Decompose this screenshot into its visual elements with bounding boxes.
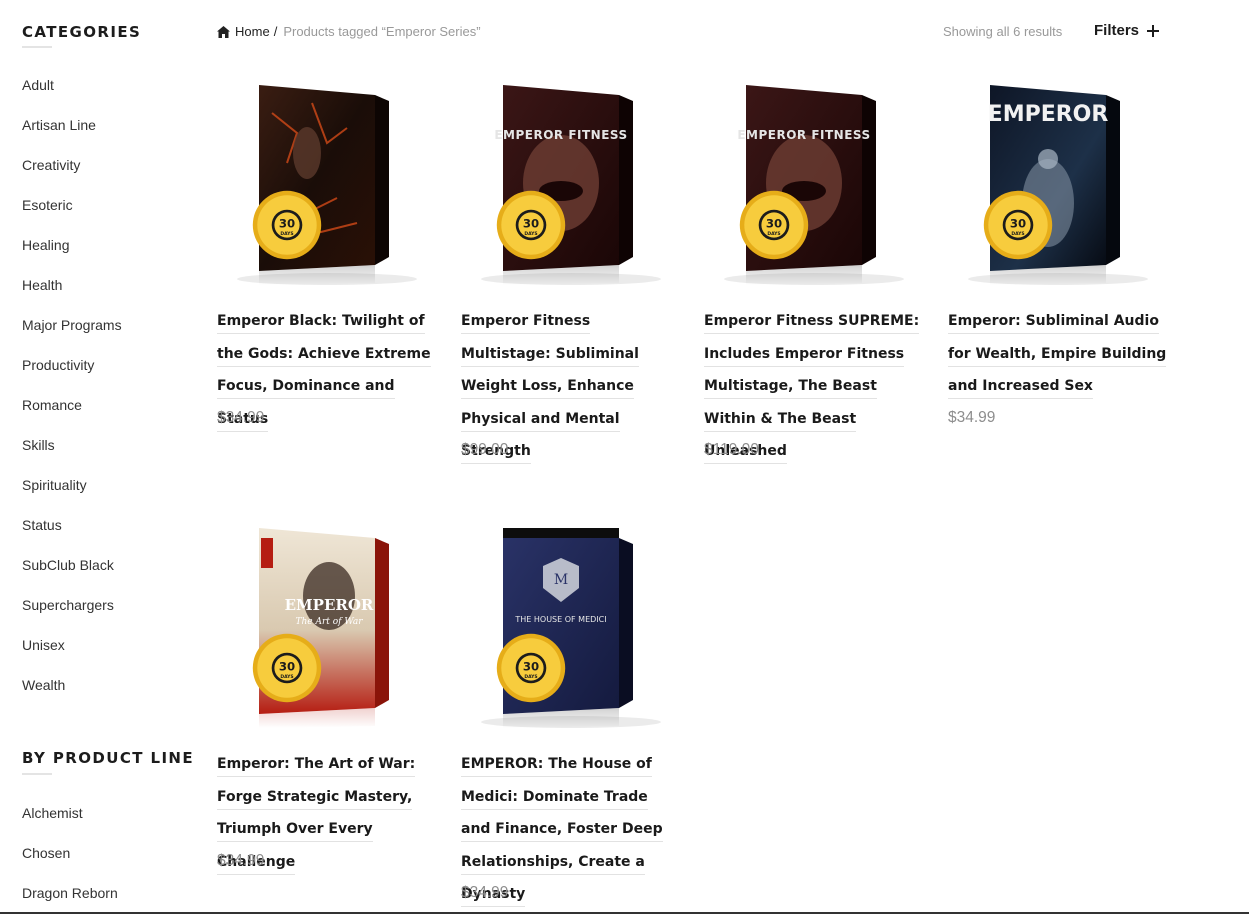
product-price: $34.99 — [948, 409, 996, 426]
product-image-link[interactable]: M THE HOUSE OF MEDICI 30 DAYS — [461, 516, 681, 731]
product-image-link[interactable]: EMPEROR FITNESS 30 DAYS — [704, 73, 924, 288]
money-back-badge-icon: 30 DAYS — [496, 190, 566, 260]
plus-icon[interactable] — [1147, 24, 1160, 37]
category-item-spirituality[interactable]: Spirituality — [22, 476, 122, 516]
home-icon — [217, 25, 230, 38]
product-price: $34.99 — [461, 884, 509, 901]
box-sublabel: M — [554, 572, 568, 588]
box-label: THE HOUSE OF MEDICI — [514, 615, 606, 624]
product-title[interactable]: Emperor: Subliminal Audio for Wealth, Em… — [948, 305, 1168, 403]
badge-number: 30 — [523, 217, 539, 231]
category-item-artisan-line[interactable]: Artisan Line — [22, 116, 122, 156]
category-item-unisex[interactable]: Unisex — [22, 636, 122, 676]
title-underline — [22, 46, 52, 48]
category-item-major-programs[interactable]: Major Programs — [22, 316, 122, 356]
page-bottom-border — [0, 912, 1249, 914]
categories-title: CATEGORIES — [22, 23, 142, 41]
product-line-item-alchemist[interactable]: Alchemist — [22, 804, 118, 844]
badge-days: DAYS — [1011, 231, 1024, 237]
money-back-badge-icon: 30 DAYS — [252, 190, 322, 260]
badge-number: 30 — [1010, 217, 1026, 231]
category-item-creativity[interactable]: Creativity — [22, 156, 122, 196]
category-item-skills[interactable]: Skills — [22, 436, 122, 476]
category-item-wealth[interactable]: Wealth — [22, 676, 122, 716]
category-item-superchargers[interactable]: Superchargers — [22, 596, 122, 636]
badge-number: 30 — [766, 217, 782, 231]
product-line-title: BY PRODUCT LINE — [22, 749, 195, 767]
box-label: EMPEROR — [988, 102, 1109, 127]
badge-days: DAYS — [280, 231, 293, 237]
product-line-list: Alchemist Chosen Dragon Reborn — [22, 804, 118, 915]
breadcrumb-home-link[interactable]: Home — [235, 24, 270, 39]
product-image-link[interactable]: EMPEROR The Art of War 30 DAYS — [217, 516, 437, 731]
product-line-item-chosen[interactable]: Chosen — [22, 844, 118, 884]
badge-days: DAYS — [767, 231, 780, 237]
category-item-esoteric[interactable]: Esoteric — [22, 196, 122, 236]
box-label: EMPEROR FITNESS — [737, 128, 870, 142]
product-box-image[interactable]: M THE HOUSE OF MEDICI — [461, 516, 681, 731]
product-image-link[interactable]: EMPEROR 30 DAYS — [948, 73, 1168, 288]
breadcrumb-current: Products tagged “Emperor Series” — [283, 24, 481, 39]
category-item-productivity[interactable]: Productivity — [22, 356, 122, 396]
box-label: EMPEROR — [285, 596, 374, 614]
category-item-status[interactable]: Status — [22, 516, 122, 556]
money-back-badge-icon: 30 DAYS — [252, 633, 322, 703]
money-back-badge-icon: 30 DAYS — [983, 190, 1053, 260]
product-box-image[interactable]: EMPEROR FITNESS — [704, 73, 924, 288]
product-price: $119.00 — [704, 441, 759, 458]
badge-number: 30 — [279, 217, 295, 231]
product-image-link[interactable]: 30 DAYS — [217, 73, 437, 288]
category-item-adult[interactable]: Adult — [22, 76, 122, 116]
badge-days: DAYS — [524, 231, 537, 237]
product-box-image[interactable]: EMPEROR — [948, 73, 1168, 288]
product-box-image[interactable]: EMPEROR The Art of War — [217, 516, 437, 731]
category-item-subclub-black[interactable]: SubClub Black — [22, 556, 122, 596]
badge-number: 30 — [523, 660, 539, 674]
product-box-image[interactable]: EMPEROR FITNESS — [461, 73, 681, 288]
category-item-health[interactable]: Health — [22, 276, 122, 316]
badge-days: DAYS — [280, 674, 293, 680]
badge-days: DAYS — [524, 674, 537, 680]
product-price: $99.00 — [461, 441, 509, 458]
title-underline — [22, 773, 52, 775]
category-item-romance[interactable]: Romance — [22, 396, 122, 436]
box-sublabel: The Art of War — [295, 617, 363, 627]
box-label: EMPEROR FITNESS — [494, 128, 627, 142]
money-back-badge-icon: 30 DAYS — [496, 633, 566, 703]
filters-toggle-button[interactable]: Filters — [1094, 22, 1160, 39]
result-count: Showing all 6 results — [943, 24, 1063, 39]
money-back-badge-icon: 30 DAYS — [739, 190, 809, 260]
badge-number: 30 — [279, 660, 295, 674]
product-image-link[interactable]: EMPEROR FITNESS 30 DAYS — [461, 73, 681, 288]
product-line-item-dragon-reborn[interactable]: Dragon Reborn — [22, 884, 118, 915]
product-price: $34.99 — [217, 409, 265, 426]
product-box-image[interactable] — [217, 73, 437, 288]
product-price: $34.99 — [217, 852, 265, 869]
category-item-healing[interactable]: Healing — [22, 236, 122, 276]
filters-label[interactable]: Filters — [1094, 22, 1139, 39]
category-list: Adult Artisan Line Creativity Esoteric H… — [22, 76, 122, 716]
breadcrumb-separator: / — [273, 24, 278, 39]
breadcrumb: Home / Products tagged “Emperor Series” — [217, 24, 481, 39]
